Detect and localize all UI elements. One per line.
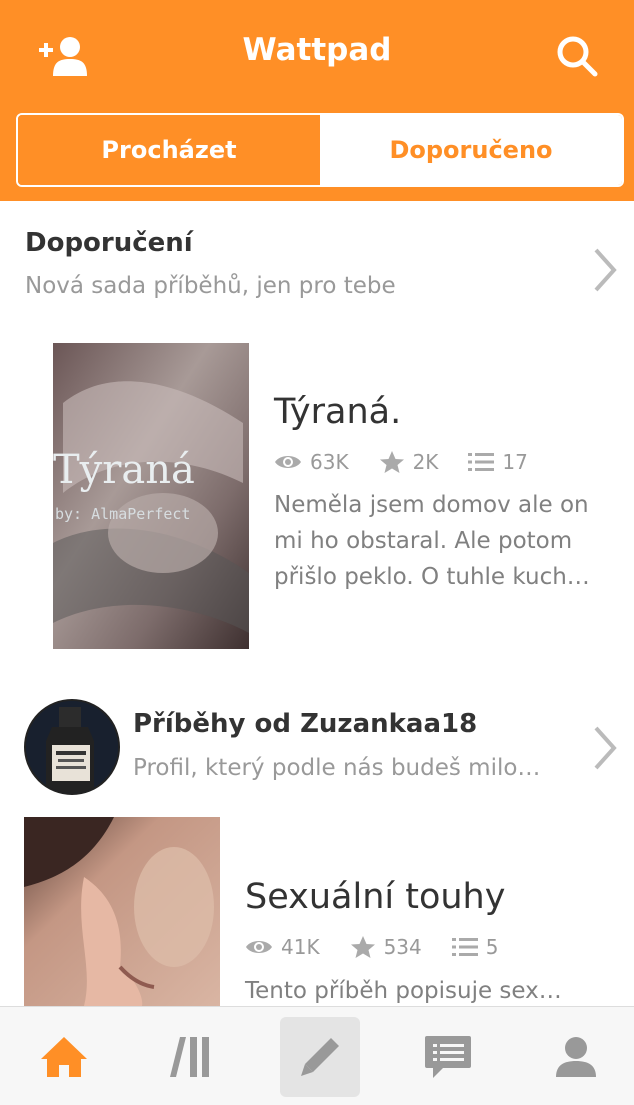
- parts-count: 5: [485, 935, 499, 959]
- bottom-tab-bar: [0, 1006, 634, 1105]
- star-icon: [379, 451, 404, 473]
- messages-icon: [425, 1036, 471, 1078]
- tab-prochazet[interactable]: Procházet: [18, 115, 320, 185]
- story-description: Neměla jsem domov ale on mi ho obstaral.…: [274, 487, 590, 595]
- story-description: Tento příběh popisuje sex…: [245, 973, 562, 1009]
- write-icon: [301, 1038, 339, 1076]
- reads-count: 63K: [310, 450, 349, 474]
- home-icon: [41, 1037, 87, 1077]
- votes-stat: 2K: [379, 450, 439, 474]
- story-stats: 63K 2K 17: [274, 450, 558, 474]
- list-icon: [468, 453, 495, 471]
- story-cover[interactable]: Týraná by: AlmaPerfect: [53, 343, 249, 649]
- section-subtitle-recommended: Nová sada příběhů, jen pro tebe: [25, 273, 396, 299]
- tab-doporuceno[interactable]: Doporučeno: [320, 115, 622, 185]
- segmented-tabs: Procházet Doporučeno: [16, 113, 624, 187]
- cover-title-text: Týraná: [53, 447, 195, 493]
- search-icon[interactable]: [549, 28, 605, 84]
- story-stats: 41K 534 5: [245, 935, 529, 959]
- chevron-right-icon[interactable]: [590, 246, 618, 294]
- app-header: Wattpad Procházet Doporučeno: [0, 0, 634, 201]
- library-icon: [170, 1037, 209, 1077]
- eye-icon: [275, 456, 301, 468]
- list-icon: [451, 938, 478, 956]
- reads-stat: 63K: [274, 450, 349, 474]
- parts-stat: 5: [451, 935, 499, 959]
- chevron-right-icon[interactable]: [590, 724, 618, 772]
- description-line: Neměla jsem domov ale on: [274, 492, 589, 518]
- avatar[interactable]: [24, 699, 120, 795]
- parts-stat: 17: [468, 450, 528, 474]
- tab-messages[interactable]: [408, 1017, 488, 1097]
- profile-icon: [556, 1037, 596, 1077]
- eye-icon: [246, 941, 272, 953]
- reads-stat: 41K: [245, 935, 320, 959]
- votes-stat: 534: [350, 935, 422, 959]
- tab-home[interactable]: [24, 1017, 104, 1097]
- section-title-recommended: Doporučení: [25, 228, 193, 258]
- section-title-profile: Příběhy od Zuzankaa18: [133, 709, 478, 739]
- story-title[interactable]: Sexuální touhy: [245, 877, 505, 917]
- description-line: Tento příběh popisuje sex…: [245, 978, 562, 1004]
- tab-profile[interactable]: [536, 1017, 616, 1097]
- app-title: Wattpad: [242, 32, 392, 68]
- description-line: mi ho obstaral. Ale potom: [274, 528, 573, 554]
- cover-author-text: by: AlmaPerfect: [55, 505, 190, 523]
- reads-count: 41K: [281, 935, 320, 959]
- votes-count: 2K: [412, 450, 439, 474]
- votes-count: 534: [383, 935, 422, 959]
- star-icon: [350, 936, 375, 958]
- tab-library[interactable]: [152, 1017, 232, 1097]
- story-title[interactable]: Týraná.: [274, 392, 401, 432]
- story-cover[interactable]: [24, 817, 220, 1006]
- description-line: přišlo peklo. O tuhle kuch…: [274, 564, 590, 590]
- section-subtitle-profile: Profil, který podle nás budeš milo…: [133, 755, 541, 781]
- parts-count: 17: [502, 450, 528, 474]
- tab-write[interactable]: [280, 1017, 360, 1097]
